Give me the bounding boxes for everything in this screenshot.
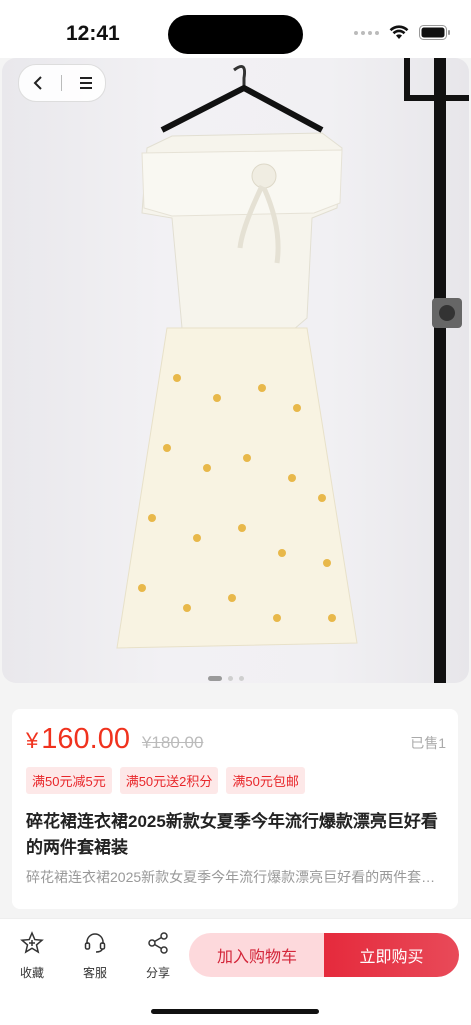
- back-button[interactable]: [23, 68, 53, 98]
- menu-button[interactable]: [71, 68, 101, 98]
- pager-dot: [228, 676, 233, 681]
- battery-icon: [419, 25, 450, 40]
- wifi-icon: [389, 25, 409, 39]
- price-row: ¥ 160.00 ¥180.00: [26, 723, 203, 756]
- dynamic-island: [168, 15, 303, 54]
- pager-dot: [208, 676, 222, 681]
- status-bar: 12:41: [0, 0, 471, 58]
- dress-illustration: [116, 58, 469, 683]
- menu-icon: [79, 77, 92, 89]
- buy-now-button[interactable]: 立即购买: [324, 933, 459, 977]
- product-title: 碎花裙连衣裙2025新款女夏季今年流行爆款漂亮巨好看的两件套裙装: [26, 812, 438, 857]
- product-info-card: ¥ 160.00 ¥180.00 已售1 满50元减5元 满50元送2积分 满5…: [12, 709, 458, 909]
- status-indicators: [354, 25, 451, 40]
- favorite-button[interactable]: 收藏: [7, 931, 57, 981]
- product-subtitle: 碎花裙连衣裙2025新款女夏季今年流行爆款漂亮巨好看的两件套裙装: [26, 869, 446, 885]
- signal-icon: [354, 30, 379, 35]
- chevron-left-icon: [33, 76, 42, 90]
- nav-divider: [61, 75, 63, 91]
- image-pager: [208, 676, 244, 681]
- star-icon: [20, 931, 44, 954]
- currency-symbol: ¥: [26, 728, 39, 753]
- share-button[interactable]: 分享: [133, 931, 183, 981]
- share-label: 分享: [145, 966, 170, 980]
- current-price: 160.00: [41, 723, 130, 755]
- pager-dot: [239, 676, 244, 681]
- promotion-tag[interactable]: 满50元包邮: [226, 767, 305, 794]
- headset-icon: [84, 933, 106, 953]
- customer-service-button[interactable]: 客服: [70, 931, 120, 981]
- sold-count: 已售1: [410, 735, 446, 751]
- promotion-tag[interactable]: 满50元送2积分: [119, 767, 219, 794]
- share-icon: [148, 932, 168, 954]
- original-price: ¥180.00: [141, 733, 204, 752]
- product-image[interactable]: [2, 58, 469, 683]
- promotion-tags: 满50元减5元 满50元送2积分 满50元包邮: [26, 767, 305, 794]
- home-indicator[interactable]: [151, 1009, 319, 1014]
- promotion-tag[interactable]: 满50元减5元: [26, 767, 112, 794]
- favorite-label: 收藏: [19, 966, 44, 980]
- add-to-cart-button[interactable]: 加入购物车: [189, 933, 325, 977]
- nav-capsule: [18, 64, 106, 102]
- service-label: 客服: [82, 966, 107, 980]
- status-time: 12:41: [66, 22, 120, 45]
